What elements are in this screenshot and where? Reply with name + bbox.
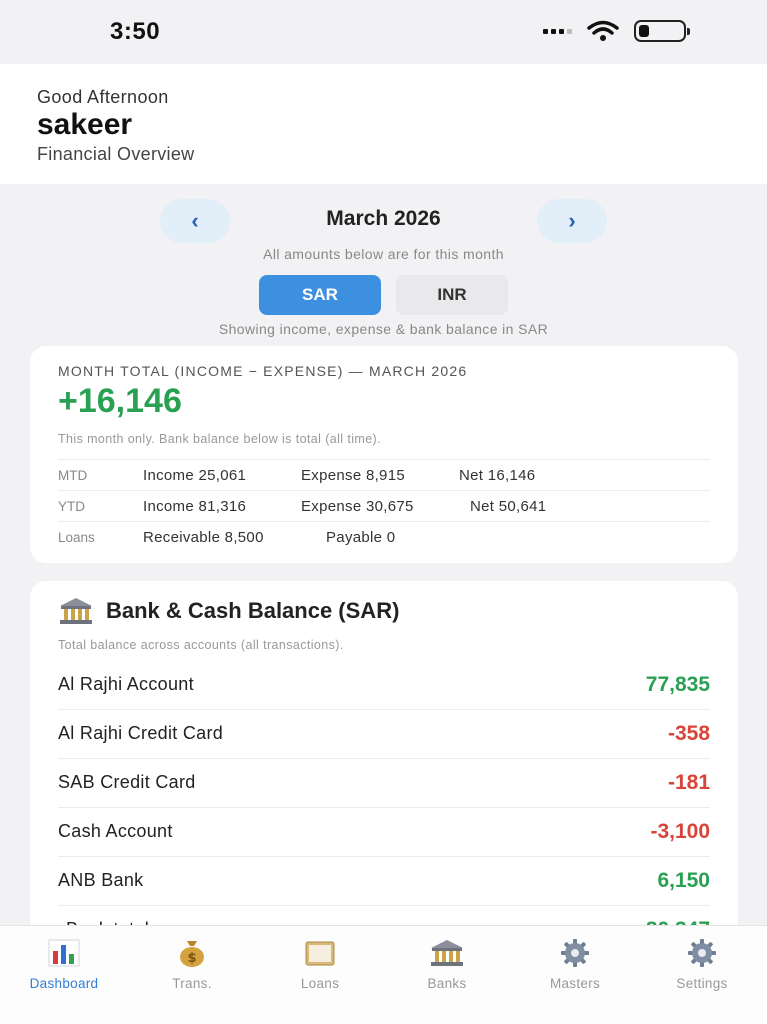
loans-payable: Payable 0 xyxy=(326,529,396,546)
tab-dashboard[interactable]: Dashboard xyxy=(4,938,124,991)
currency-note: Showing income, expense & bank balance i… xyxy=(218,321,549,337)
tab-label: Loans xyxy=(300,976,340,991)
account-name: ANB Bank xyxy=(58,870,144,890)
previous-month-button[interactable]: ‹ xyxy=(160,199,230,243)
month-summary-card: MONTH TOTAL (INCOME − EXPENSE) — MARCH 2… xyxy=(30,346,738,563)
bank-row-sab-credit-card[interactable]: SAB Credit Card -181 xyxy=(58,759,710,808)
tab-masters[interactable]: Masters xyxy=(515,938,635,991)
bank-icon xyxy=(60,598,92,624)
page-subtitle: Financial Overview xyxy=(37,144,195,164)
cellular-signal-icon xyxy=(543,28,572,34)
tab-label: Masters xyxy=(549,976,601,991)
loans-receivable: Receivable 8,500 xyxy=(143,529,264,546)
account-balance: 6,150 xyxy=(657,869,710,892)
tab-label: Banks xyxy=(427,976,467,991)
ytd-income: Income 81,316 xyxy=(143,498,247,515)
account-balance: -181 xyxy=(667,771,710,794)
summary-row-label: YTD xyxy=(58,499,85,514)
bank-card-title: Bank & Cash Balance (SAR) xyxy=(106,598,400,623)
greeting-header: Good Afternoon sakeer Financial Overview xyxy=(0,64,767,184)
bank-row-cash-account[interactable]: Cash Account -3,100 xyxy=(58,808,710,857)
month-total-value: +16,146 xyxy=(58,382,182,420)
bar-chart-icon xyxy=(48,939,80,967)
greeting-text: Good Afternoon xyxy=(37,87,169,107)
ytd-expense: Expense 30,675 xyxy=(301,498,414,515)
bank-card-note: Total balance across accounts (all trans… xyxy=(58,638,344,652)
month-total-label: MONTH TOTAL (INCOME − EXPENSE) — MARCH 2… xyxy=(58,363,468,379)
tab-label: Settings xyxy=(676,976,728,991)
bank-row-al-rajhi-account[interactable]: Al Rajhi Account 77,835 xyxy=(58,661,710,710)
summary-row-label: Loans xyxy=(58,530,95,545)
svg-text:$: $ xyxy=(187,951,196,966)
summary-row-mtd: MTD Income 25,061 Expense 8,915 Net 16,1… xyxy=(58,459,710,490)
account-name: SAB Credit Card xyxy=(58,772,196,792)
mtd-net: Net 16,146 xyxy=(459,467,536,484)
username: sakeer xyxy=(37,108,133,141)
tab-label: Dashboard xyxy=(29,976,99,991)
gear-icon xyxy=(688,939,716,967)
account-balance: -358 xyxy=(667,722,710,745)
tab-settings[interactable]: Settings xyxy=(642,938,762,991)
tab-loans[interactable]: Loans xyxy=(260,938,380,991)
bank-row-al-rajhi-credit-card[interactable]: Al Rajhi Credit Card -358 xyxy=(58,710,710,759)
tab-transactions[interactable]: $ Trans. xyxy=(132,938,252,991)
status-bar: 3:50 xyxy=(0,0,767,64)
summary-row-label: MTD xyxy=(58,468,88,483)
account-name: Al Rajhi Account xyxy=(58,674,194,694)
ledger-icon xyxy=(305,941,335,966)
month-note: All amounts below are for this month xyxy=(263,246,504,262)
bank-card-header: Bank & Cash Balance (SAR) xyxy=(58,597,399,625)
wifi-icon xyxy=(587,20,619,41)
currency-sar-button[interactable]: SAR xyxy=(259,275,381,315)
month-total-note: This month only. Bank balance below is t… xyxy=(58,432,381,446)
tab-label: Trans. xyxy=(172,976,212,991)
currency-inr-button[interactable]: INR xyxy=(396,275,508,315)
bottom-tab-bar: Dashboard $ Trans. Loans Banks Masters S… xyxy=(0,925,767,1024)
ytd-net: Net 50,641 xyxy=(470,498,547,515)
battery-icon xyxy=(634,20,690,42)
summary-row-ytd: YTD Income 81,316 Expense 30,675 Net 50,… xyxy=(58,490,710,521)
summary-row-loans: Loans Receivable 8,500 Payable 0 xyxy=(58,521,710,552)
mtd-expense: Expense 8,915 xyxy=(301,467,405,484)
bank-icon xyxy=(431,940,463,966)
money-bag-icon: $ xyxy=(180,941,204,967)
account-name: Cash Account xyxy=(58,821,173,841)
account-balance: 77,835 xyxy=(645,673,710,696)
bank-row-anb-bank[interactable]: ANB Bank 6,150 xyxy=(58,857,710,906)
tab-banks[interactable]: Banks xyxy=(387,938,507,991)
next-month-button[interactable]: › xyxy=(537,199,607,243)
account-name: Al Rajhi Credit Card xyxy=(58,723,224,743)
mtd-income: Income 25,061 xyxy=(143,467,247,484)
gear-icon xyxy=(561,939,589,967)
status-time: 3:50 xyxy=(110,18,161,45)
account-balance: -3,100 xyxy=(650,820,710,843)
current-month-label: March 2026 xyxy=(326,207,441,230)
status-icons xyxy=(543,20,690,42)
